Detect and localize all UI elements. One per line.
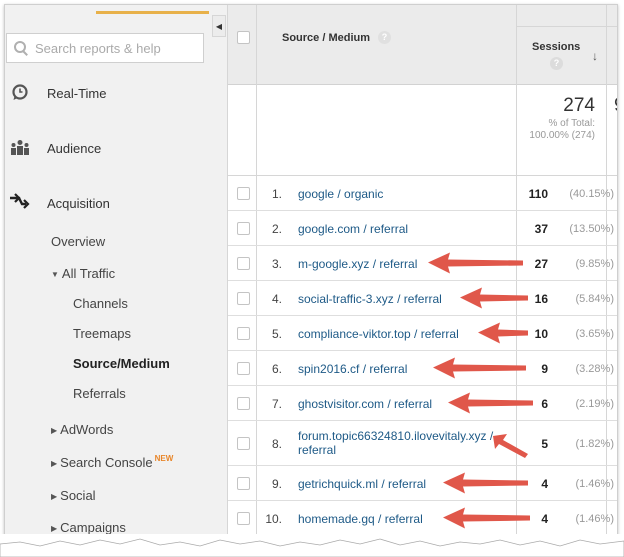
torn-edge	[0, 534, 624, 557]
nav-treemaps[interactable]: Treemaps	[73, 326, 131, 341]
expanded-triangle-icon: ▼	[51, 270, 59, 279]
collapsed-triangle-icon: ▶	[51, 492, 58, 501]
collapsed-triangle-icon: ▶	[51, 524, 58, 533]
nav-referrals[interactable]: Referrals	[73, 386, 126, 401]
nav-campaigns[interactable]: ▶ Campaigns	[51, 520, 126, 535]
nav-label: All Traffic	[61, 266, 116, 281]
people-icon	[9, 138, 31, 158]
analytics-window: Real-Time Audience Acquisition Overview …	[4, 4, 618, 544]
annotation-arrow	[433, 357, 526, 379]
clock-icon	[9, 83, 31, 103]
nav-channels[interactable]: Channels	[73, 296, 128, 311]
nav-real-time[interactable]: Real-Time	[5, 83, 106, 103]
nav-label: Acquisition	[47, 195, 110, 211]
annotation-arrow	[443, 507, 530, 529]
nav-label: Search Console	[60, 455, 153, 470]
report-table: Source / Medium? Sessions ? ↓ 274 % of T…	[227, 5, 617, 543]
sidebar: Real-Time Audience Acquisition Overview …	[5, 5, 227, 543]
nav-all-traffic[interactable]: ▼ All Traffic	[51, 266, 115, 281]
annotation-arrow	[493, 434, 528, 458]
annotation-arrow	[460, 287, 528, 309]
annotation-arrow	[478, 322, 528, 344]
collapsed-triangle-icon: ▶	[51, 426, 58, 435]
new-badge: NEW	[154, 454, 174, 463]
arrows-icon	[9, 193, 31, 213]
nav-audience[interactable]: Audience	[5, 138, 101, 158]
nav-label: AdWords	[60, 422, 114, 437]
nav-search-console[interactable]: ▶ Search Console NEW	[51, 454, 173, 470]
collapse-sidebar-button[interactable]: ◀	[212, 15, 226, 37]
search-input[interactable]	[35, 40, 195, 56]
nav-label: Audience	[47, 140, 102, 156]
nav-social[interactable]: ▶ Social	[51, 488, 96, 503]
nav-overview[interactable]: Overview	[51, 234, 105, 249]
annotation-arrow	[443, 472, 528, 494]
search-box[interactable]	[6, 33, 204, 63]
annotation-arrow	[448, 392, 533, 414]
nav-label: Real-Time	[47, 85, 107, 101]
nav-adwords[interactable]: ▶ AdWords	[51, 422, 113, 437]
nav-label: Social	[60, 488, 96, 503]
triangle-left-icon: ◀	[215, 21, 223, 31]
search-icon	[13, 40, 29, 56]
nav-acquisition[interactable]: Acquisition	[5, 193, 110, 213]
nav-source-medium[interactable]: Source/Medium	[73, 356, 170, 371]
active-tab-indicator	[96, 11, 209, 14]
nav-label: Campaigns	[60, 520, 126, 535]
annotation-arrow	[428, 252, 523, 274]
collapsed-triangle-icon: ▶	[51, 459, 58, 468]
annotation-layer	[428, 252, 533, 529]
